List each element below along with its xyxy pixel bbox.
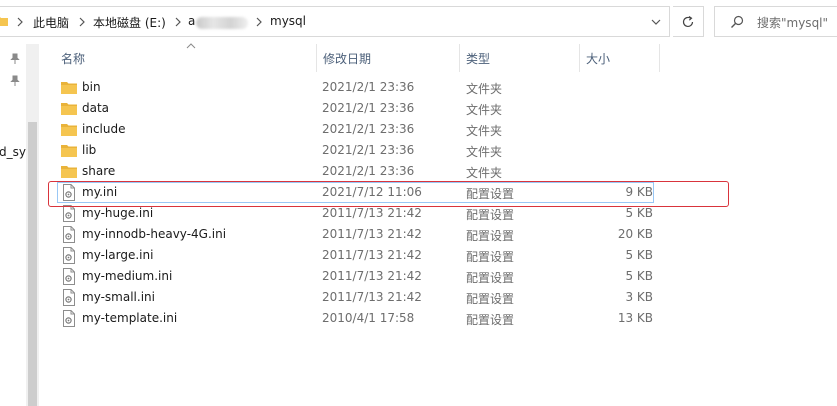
file-modified: 2011/7/13 21:42 xyxy=(322,248,422,262)
file-name[interactable]: my-template.ini xyxy=(82,311,177,325)
file-modified: 2021/2/1 23:36 xyxy=(322,101,415,115)
file-name[interactable]: my-small.ini xyxy=(82,290,155,304)
file-size: 9 KB xyxy=(625,185,653,199)
file-name[interactable]: my-large.ini xyxy=(82,248,153,262)
file-size: 5 KB xyxy=(625,206,653,220)
file-name[interactable]: lib xyxy=(82,143,96,157)
file-modified: 2011/7/13 21:42 xyxy=(322,227,422,241)
file-type: 配置设置 xyxy=(466,313,515,327)
refresh-icon xyxy=(682,15,694,27)
column-header-type[interactable]: 类型 xyxy=(460,44,580,72)
file-type: 文件夹 xyxy=(466,103,503,117)
config-file-icon xyxy=(61,226,77,243)
config-file-icon xyxy=(61,289,77,306)
file-row[interactable]: data 2021/2/1 23:36 文件夹 xyxy=(48,98,738,119)
column-header-name[interactable]: 名称 xyxy=(55,44,317,72)
file-type: 配置设置 xyxy=(466,229,515,243)
chevron-right-icon[interactable] xyxy=(173,16,183,28)
pin-icon[interactable] xyxy=(9,53,21,65)
file-modified: 2021/2/1 23:36 xyxy=(322,80,415,94)
file-row[interactable]: my-small.ini 2011/7/13 21:42 配置设置 3 KB xyxy=(48,287,738,308)
file-name[interactable]: data xyxy=(82,101,109,115)
file-type: 文件夹 xyxy=(466,166,503,180)
search-icon xyxy=(731,15,744,28)
file-size: 3 KB xyxy=(625,290,653,304)
file-row[interactable]: my-template.ini 2010/4/1 17:58 配置设置 13 KB xyxy=(48,308,738,329)
pin-icon[interactable] xyxy=(9,75,21,87)
file-modified: 2021/2/1 23:36 xyxy=(322,122,415,136)
search-box[interactable]: 搜索"mysql" xyxy=(714,6,837,37)
file-row[interactable]: bin 2021/2/1 23:36 文件夹 xyxy=(48,77,738,98)
navigation-pane: d_sy xyxy=(0,44,40,406)
breadcrumb-mysql[interactable]: mysql xyxy=(270,14,306,28)
file-type: 配置设置 xyxy=(466,271,515,285)
file-modified: 2021/2/1 23:36 xyxy=(322,143,415,157)
file-row[interactable]: include 2021/2/1 23:36 文件夹 xyxy=(48,119,738,140)
file-type: 配置设置 xyxy=(466,187,515,201)
file-row[interactable]: my-medium.ini 2011/7/13 21:42 配置设置 5 KB xyxy=(48,266,738,287)
nav-scrollbar[interactable] xyxy=(26,44,39,406)
file-size: 13 KB xyxy=(617,311,653,325)
nav-item-label[interactable]: d_sy xyxy=(0,145,26,159)
toolbar: 此电脑 本地磁盘 (E:) a mysql 搜索"mysql" xyxy=(0,0,837,44)
file-modified: 2021/2/1 23:36 xyxy=(322,164,415,178)
file-size: 20 KB xyxy=(617,227,653,241)
file-row[interactable]: my-huge.ini 2011/7/13 21:42 配置设置 5 KB xyxy=(48,203,738,224)
file-row[interactable]: lib 2021/2/1 23:36 文件夹 xyxy=(48,140,738,161)
file-modified: 2011/7/13 21:42 xyxy=(322,290,422,304)
file-name[interactable]: include xyxy=(82,122,125,136)
breadcrumb-drive-e[interactable]: 本地磁盘 (E:) xyxy=(93,14,166,31)
chevron-right-icon[interactable] xyxy=(15,16,25,28)
folder-icon xyxy=(61,142,77,159)
column-header-modified[interactable]: 修改日期 xyxy=(317,44,460,72)
file-size: 5 KB xyxy=(625,269,653,283)
file-row[interactable]: my.ini 2021/7/12 11:06 配置设置 9 KB xyxy=(48,182,738,203)
file-name[interactable]: my-innodb-heavy-4G.ini xyxy=(82,227,226,241)
file-type: 文件夹 xyxy=(466,82,503,96)
file-size: 5 KB xyxy=(625,248,653,262)
file-type: 配置设置 xyxy=(466,250,515,264)
breadcrumb-this-pc[interactable]: 此电脑 xyxy=(33,14,69,31)
config-file-icon xyxy=(61,184,77,201)
file-modified: 2021/7/12 11:06 xyxy=(322,185,422,199)
file-row[interactable]: my-large.ini 2011/7/13 21:42 配置设置 5 KB xyxy=(48,245,738,266)
folder-icon xyxy=(61,100,77,117)
folder-icon xyxy=(61,121,77,138)
folder-icon xyxy=(61,163,77,180)
column-headers: 名称 修改日期 类型 大小 xyxy=(40,43,837,72)
file-name[interactable]: share xyxy=(82,164,115,178)
redaction-blur xyxy=(196,17,248,29)
refresh-button[interactable] xyxy=(673,6,704,37)
config-file-icon xyxy=(61,268,77,285)
file-type: 配置设置 xyxy=(466,208,515,222)
folder-icon xyxy=(0,17,8,26)
file-name[interactable]: my-huge.ini xyxy=(82,206,153,220)
config-file-icon xyxy=(61,205,77,222)
scrollbar-thumb[interactable] xyxy=(28,122,37,406)
file-name[interactable]: my.ini xyxy=(82,185,117,199)
file-type: 配置设置 xyxy=(466,292,515,306)
file-row[interactable]: my-innodb-heavy-4G.ini 2011/7/13 21:42 配置设… xyxy=(48,224,738,245)
address-bar[interactable]: 此电脑 本地磁盘 (E:) a mysql xyxy=(0,6,670,37)
file-modified: 2011/7/13 21:42 xyxy=(322,206,422,220)
file-row[interactable]: share 2021/2/1 23:36 文件夹 xyxy=(48,161,738,182)
chevron-right-icon[interactable] xyxy=(254,16,264,28)
column-header-size[interactable]: 大小 xyxy=(580,44,660,72)
file-modified: 2010/4/1 17:58 xyxy=(322,311,415,325)
file-name[interactable]: my-medium.ini xyxy=(82,269,172,283)
chevron-right-icon[interactable] xyxy=(77,16,87,28)
file-type: 文件夹 xyxy=(466,145,503,159)
file-type: 文件夹 xyxy=(466,124,503,138)
config-file-icon xyxy=(61,310,77,327)
folder-icon xyxy=(61,79,77,96)
file-modified: 2011/7/13 21:42 xyxy=(322,269,422,283)
chevron-down-icon[interactable] xyxy=(650,16,662,28)
breadcrumb-redacted[interactable]: a xyxy=(188,14,195,28)
file-name[interactable]: bin xyxy=(82,80,101,94)
config-file-icon xyxy=(61,247,77,264)
search-placeholder: 搜索"mysql" xyxy=(757,16,829,30)
